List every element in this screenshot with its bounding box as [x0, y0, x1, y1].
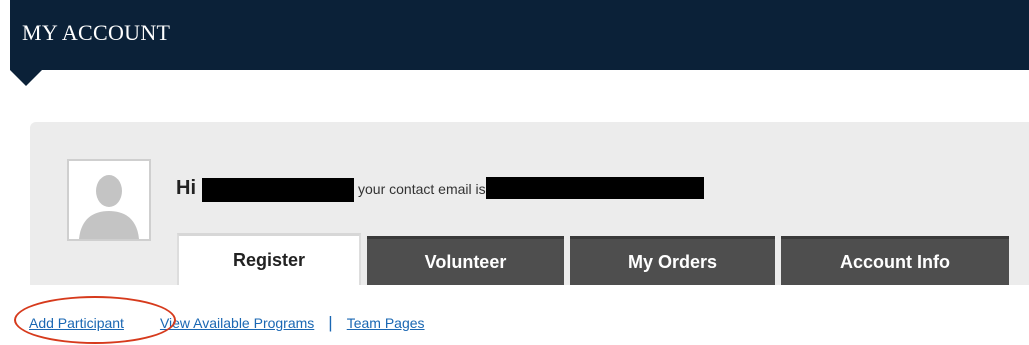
- view-available-programs-link[interactable]: View Available Programs: [160, 315, 314, 331]
- page-title: MY ACCOUNT: [22, 20, 171, 45]
- link-separator: |: [328, 313, 333, 332]
- team-pages-link[interactable]: Team Pages: [347, 315, 425, 331]
- header-banner: MY ACCOUNT: [10, 0, 1029, 70]
- tab-volunteer[interactable]: Volunteer: [367, 236, 564, 285]
- tab-my-orders[interactable]: My Orders: [570, 236, 775, 285]
- my-account-page: MY ACCOUNT Hi your contact email is Regi…: [0, 0, 1029, 345]
- redacted-name: [202, 178, 354, 202]
- banner-notch: [10, 70, 42, 86]
- avatar: [67, 159, 151, 241]
- account-links: Add Participant View Available Programs …: [29, 314, 425, 331]
- add-participant-link[interactable]: Add Participant: [29, 315, 124, 331]
- redacted-email: [485, 177, 704, 199]
- tab-register[interactable]: Register: [177, 233, 361, 285]
- user-silhouette-icon: [69, 161, 149, 239]
- greeting-line: Hi your contact email is: [176, 175, 704, 202]
- tab-account-info[interactable]: Account Info: [781, 236, 1009, 285]
- greeting-hi: Hi: [176, 176, 196, 199]
- contact-email-label: your contact email is: [358, 181, 486, 197]
